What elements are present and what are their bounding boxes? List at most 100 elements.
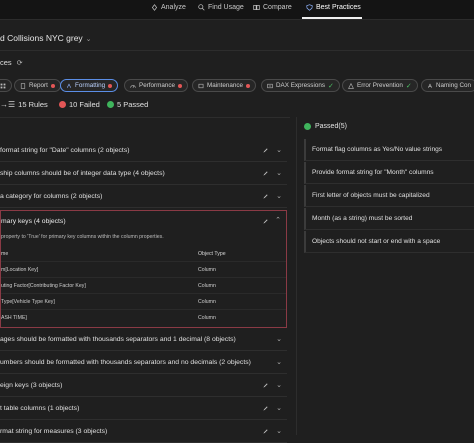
chevron-down-icon[interactable]: ⌄ [276, 146, 282, 154]
nav-analyze[interactable]: Analyze [151, 4, 186, 11]
rules-count: 15 Rules [18, 100, 48, 109]
table-row[interactable]: m[Location Key] Column [1, 261, 286, 278]
passed-count: (5) [338, 123, 347, 130]
chevron-down-icon[interactable]: ⌄ [276, 381, 282, 389]
rule-row[interactable]: rmat string for measures (3 objects) ⌄ [0, 421, 287, 443]
rule-text: rmat string for measures (3 objects) [0, 428, 108, 435]
chevron-down-icon: ⌄ [85, 36, 92, 43]
passed-rule-text: First letter of objects must be capitali… [312, 192, 430, 199]
report-icon [20, 82, 26, 89]
rule-text: format string for "Date" columns (2 obje… [0, 147, 130, 154]
rule-text: t table columns (1 objects) [0, 405, 80, 412]
passed-rule-text: Month (as a string) must be sorted [312, 215, 413, 222]
passed-label: Passed [315, 123, 339, 130]
rule-row[interactable]: eign keys (3 objects) ⌄ [0, 375, 287, 397]
pen-icon[interactable] [262, 170, 269, 177]
rule-text: a category for columns (2 objects) [0, 193, 103, 200]
expanded-rule-panel: mary keys (4 objects) ⌃ property to 'Tru… [0, 210, 287, 328]
nav-label: Compare [263, 4, 292, 11]
model-title[interactable]: d Collisions NYC grey ⌄ [0, 33, 92, 43]
divider [0, 117, 290, 118]
section-title-text: ces [0, 58, 12, 67]
rule-row[interactable]: format string for "Date" columns (2 obje… [0, 140, 287, 162]
passed-rule[interactable]: Format flag columns as Yes/No value stri… [304, 139, 474, 161]
check-icon: ✓ [405, 82, 412, 90]
pen-icon[interactable] [262, 428, 269, 435]
fail-dot-icon [178, 83, 183, 88]
chip-naming-conventions[interactable]: Naming Con [421, 79, 474, 92]
shield-icon [306, 4, 313, 11]
stat-arrow: → [0, 100, 8, 109]
refresh-icon[interactable]: ⟳ [17, 60, 23, 67]
rule-text: eign keys (3 objects) [0, 382, 63, 389]
warning-icon [348, 82, 354, 89]
chevron-down-icon[interactable]: ⌄ [276, 358, 282, 366]
chevron-down-icon[interactable]: ⌄ [276, 335, 282, 343]
column-header-name: me [1, 251, 9, 257]
model-title-text: d Collisions NYC grey [0, 33, 83, 43]
pen-icon[interactable] [262, 193, 269, 200]
chip-label: Formatting [75, 82, 106, 89]
passed-panel: Passed(5) Format flag columns as Yes/No … [296, 117, 474, 435]
chevron-down-icon[interactable]: ⌄ [276, 427, 282, 435]
table-row[interactable]: Type[Vehicle Type Key] Column [1, 293, 286, 310]
expanded-rule-title[interactable]: mary keys (4 objects) [1, 218, 66, 225]
chip-label: Performance [139, 82, 176, 89]
table-row[interactable]: uting Factor[Contributing Factor Key] Co… [1, 277, 286, 294]
passed-rule[interactable]: First letter of objects must be capitali… [304, 185, 474, 207]
fail-dot-icon [108, 83, 113, 88]
success-icon [304, 123, 311, 130]
rule-text: umbers should be formatted with thousand… [0, 359, 251, 366]
rule-row[interactable]: t table columns (1 objects) ⌄ [0, 398, 287, 420]
pen-icon[interactable] [262, 405, 269, 412]
error-icon [59, 101, 66, 108]
object-name: uting Factor[Contributing Factor Key] [1, 283, 86, 289]
object-type: Column [198, 283, 216, 289]
pen-icon[interactable] [262, 218, 269, 225]
rule-text: ship columns should be of integer data t… [0, 170, 165, 177]
chevron-down-icon[interactable]: ⌄ [276, 169, 282, 177]
passed-rule-text: Provide format string for "Month" column… [312, 169, 434, 176]
chip-maintenance[interactable]: Maintenance [192, 79, 257, 92]
chip-formatting[interactable]: Formatting [60, 79, 119, 92]
section-title: ces ⟳ [0, 58, 23, 67]
compare-icon [253, 5, 260, 10]
pen-icon[interactable] [262, 147, 269, 154]
nav-compare[interactable]: Compare [253, 4, 292, 11]
object-type: Column [198, 267, 216, 273]
object-type: Column [198, 315, 216, 321]
nav-best-practices[interactable]: Best Practices [306, 4, 361, 11]
chip-label: Report [29, 82, 48, 89]
passed-rule-text: Format flag columns as Yes/No value stri… [312, 146, 443, 153]
chip-report[interactable]: Report [14, 79, 61, 92]
rule-row[interactable]: a category for columns (2 objects) ⌄ [0, 186, 287, 208]
stat-passed: 5 Passed [107, 100, 148, 109]
chip-label: Error Prevention [357, 82, 403, 89]
divider [0, 50, 474, 51]
chevron-down-icon[interactable]: ⌄ [276, 192, 282, 200]
naming-icon [427, 83, 433, 88]
chip-placeholder-icon[interactable] [0, 79, 12, 92]
chip-performance[interactable]: Performance [124, 79, 189, 92]
chip-dax-expressions[interactable]: DAX Expressions ✓ [261, 79, 340, 92]
passed-rule-text: Objects should not start or end with a s… [312, 238, 441, 245]
rules-icon: ☰ [8, 100, 16, 109]
rule-row[interactable]: ship columns should be of integer data t… [0, 163, 287, 185]
table-row[interactable]: ASH TIME] Column [1, 309, 286, 326]
nav-label: Best Practices [316, 4, 361, 11]
pen-icon[interactable] [262, 382, 269, 389]
chevron-up-icon[interactable]: ⌃ [275, 216, 281, 224]
fail-dot-icon [50, 83, 55, 88]
stats-bar: → ☰ 15 Rules 10 Failed 5 Passed [0, 100, 474, 110]
rule-row[interactable]: ages should be formatted with thousands … [0, 329, 287, 351]
passed-rule[interactable]: Provide format string for "Month" column… [304, 162, 474, 184]
column-header-object-type: Object Type [198, 251, 226, 257]
stat-failed: 10 Failed [59, 100, 100, 109]
formatting-icon [66, 83, 72, 88]
chip-error-prevention[interactable]: Error Prevention ✓ [342, 79, 418, 92]
passed-rule[interactable]: Objects should not start or end with a s… [304, 231, 474, 253]
chevron-down-icon[interactable]: ⌄ [276, 404, 282, 412]
nav-find-usage[interactable]: Find Usage [198, 4, 244, 11]
passed-rule[interactable]: Month (as a string) must be sorted [304, 208, 474, 230]
rule-row[interactable]: umbers should be formatted with thousand… [0, 352, 287, 374]
